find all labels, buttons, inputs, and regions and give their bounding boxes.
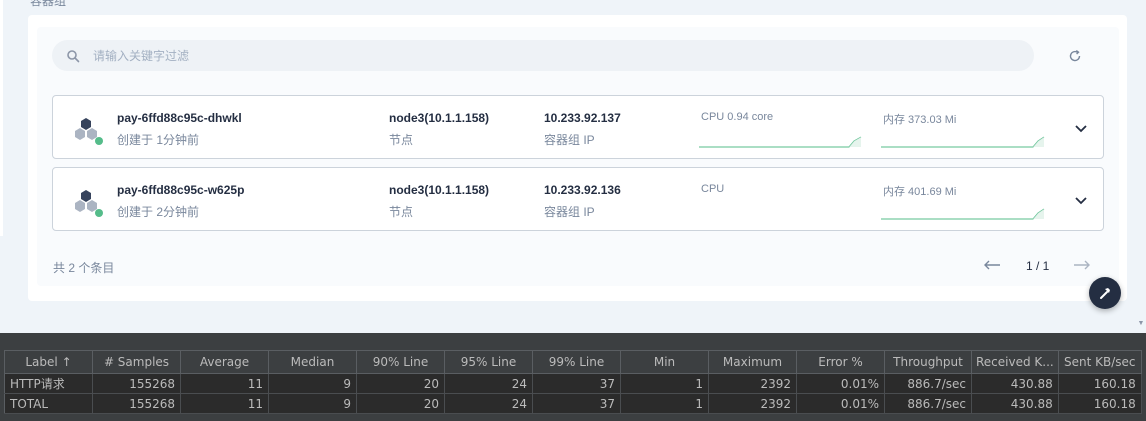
table-cell: 155268 bbox=[92, 373, 181, 394]
pod-ip: 10.233.92.136 bbox=[544, 183, 621, 197]
column-header[interactable]: Error % bbox=[796, 350, 885, 374]
table-cell: 155268 bbox=[92, 393, 181, 414]
table-cell: 2392 bbox=[708, 393, 797, 414]
pod-memory-label: 内存 373.03 Mi bbox=[883, 114, 957, 126]
column-header[interactable]: Maximum bbox=[708, 350, 797, 374]
chevron-down-icon[interactable] bbox=[1073, 192, 1089, 208]
table-header-row: Label ↑ # Samples Average Median 90% Lin… bbox=[4, 350, 1142, 374]
page-indicator: 1 / 1 bbox=[1026, 259, 1050, 273]
table-cell: 24 bbox=[444, 393, 533, 414]
results-table: Label ↑ # Samples Average Median 90% Lin… bbox=[4, 350, 1142, 414]
pod-node-label: 节点 bbox=[389, 133, 414, 147]
column-header[interactable]: Sent KB/sec bbox=[1058, 350, 1142, 374]
table-cell: 37 bbox=[532, 373, 621, 394]
table-cell: 9 bbox=[268, 393, 357, 414]
pod-ip-label: 容器组 IP bbox=[544, 133, 595, 147]
column-header[interactable]: 95% Line bbox=[444, 350, 533, 374]
column-header[interactable]: # Samples bbox=[92, 350, 181, 374]
table-cell: 20 bbox=[356, 373, 445, 394]
table-cell: 11 bbox=[180, 373, 269, 394]
table-cell: 886.7/sec bbox=[884, 393, 972, 414]
memory-sparkline bbox=[881, 208, 1045, 220]
table-cell: HTTP请求 bbox=[4, 373, 93, 394]
pod-node[interactable]: node3(10.1.1.158) bbox=[389, 183, 489, 197]
column-header[interactable]: 90% Line bbox=[356, 350, 445, 374]
column-header[interactable]: Label ↑ bbox=[4, 350, 93, 374]
table-cell: TOTAL bbox=[4, 393, 93, 414]
table-cell: 37 bbox=[532, 393, 621, 414]
pod-row[interactable]: pay-6ffd88c95c-w625p 创建于 2分钟前 node3(10.1… bbox=[52, 167, 1104, 231]
table-cell: 160.18 bbox=[1058, 393, 1142, 414]
table-row[interactable]: TOTAL 155268 11 9 20 24 37 1 2392 0.01% … bbox=[4, 393, 1142, 414]
pod-created: 创建于 2分钟前 bbox=[117, 205, 200, 219]
table-row[interactable]: HTTP请求 155268 11 9 20 24 37 1 2392 0.01%… bbox=[4, 373, 1142, 394]
pod-ip-label: 容器组 IP bbox=[544, 205, 595, 219]
table-cell: 1 bbox=[620, 373, 709, 394]
next-page-icon[interactable] bbox=[1072, 258, 1092, 272]
table-cell: 24 bbox=[444, 373, 533, 394]
table-cell: 1 bbox=[620, 393, 709, 414]
total-count: 共 2 个条目 bbox=[53, 261, 115, 275]
cpu-sparkline bbox=[699, 136, 862, 148]
prev-page-icon[interactable] bbox=[982, 258, 1002, 272]
column-header[interactable]: Min bbox=[620, 350, 709, 374]
pod-node[interactable]: node3(10.1.1.158) bbox=[389, 111, 489, 125]
memory-sparkline bbox=[881, 136, 1045, 148]
refresh-icon[interactable] bbox=[1067, 48, 1083, 64]
scroll-down-icon[interactable]: ▼ bbox=[1136, 320, 1146, 330]
pod-cpu-label: CPU bbox=[701, 183, 725, 195]
pod-hexagons-icon bbox=[71, 114, 105, 148]
pod-name[interactable]: pay-6ffd88c95c-w625p bbox=[117, 183, 244, 197]
table-cell: 160.18 bbox=[1058, 373, 1142, 394]
left-edge bbox=[0, 0, 3, 236]
table-cell: 2392 bbox=[708, 373, 797, 394]
column-header[interactable]: Median bbox=[268, 350, 357, 374]
chevron-down-icon[interactable] bbox=[1073, 120, 1089, 136]
table-cell: 0.01% bbox=[796, 393, 885, 414]
table-cell: 20 bbox=[356, 393, 445, 414]
search-icon bbox=[66, 49, 80, 63]
table-cell: 886.7/sec bbox=[884, 373, 972, 394]
table-cell: 0.01% bbox=[796, 373, 885, 394]
table-cell: 430.88 bbox=[971, 373, 1059, 394]
pod-cpu-label: CPU 0.94 core bbox=[701, 111, 774, 123]
column-header[interactable]: Throughput bbox=[884, 350, 972, 374]
table-cell: 430.88 bbox=[971, 393, 1059, 414]
table-cell: 11 bbox=[180, 393, 269, 414]
pod-name[interactable]: pay-6ffd88c95c-dhwkl bbox=[117, 111, 242, 125]
section-title: 容器组 bbox=[30, 0, 67, 8]
hammer-icon[interactable] bbox=[1089, 277, 1121, 309]
pod-hexagons-icon bbox=[71, 186, 105, 220]
search-input[interactable] bbox=[93, 48, 993, 63]
column-header[interactable]: Received K... bbox=[971, 350, 1059, 374]
pod-created: 创建于 1分钟前 bbox=[117, 133, 200, 147]
table-cell: 9 bbox=[268, 373, 357, 394]
column-header[interactable]: 99% Line bbox=[532, 350, 621, 374]
pod-ip: 10.233.92.137 bbox=[544, 111, 621, 125]
column-header[interactable]: Average bbox=[180, 350, 269, 374]
pod-row[interactable]: pay-6ffd88c95c-dhwkl 创建于 1分钟前 node3(10.1… bbox=[52, 95, 1104, 159]
pod-node-label: 节点 bbox=[389, 205, 414, 219]
search-bar[interactable] bbox=[52, 40, 1034, 71]
pod-memory-label: 内存 401.69 Mi bbox=[883, 186, 957, 198]
